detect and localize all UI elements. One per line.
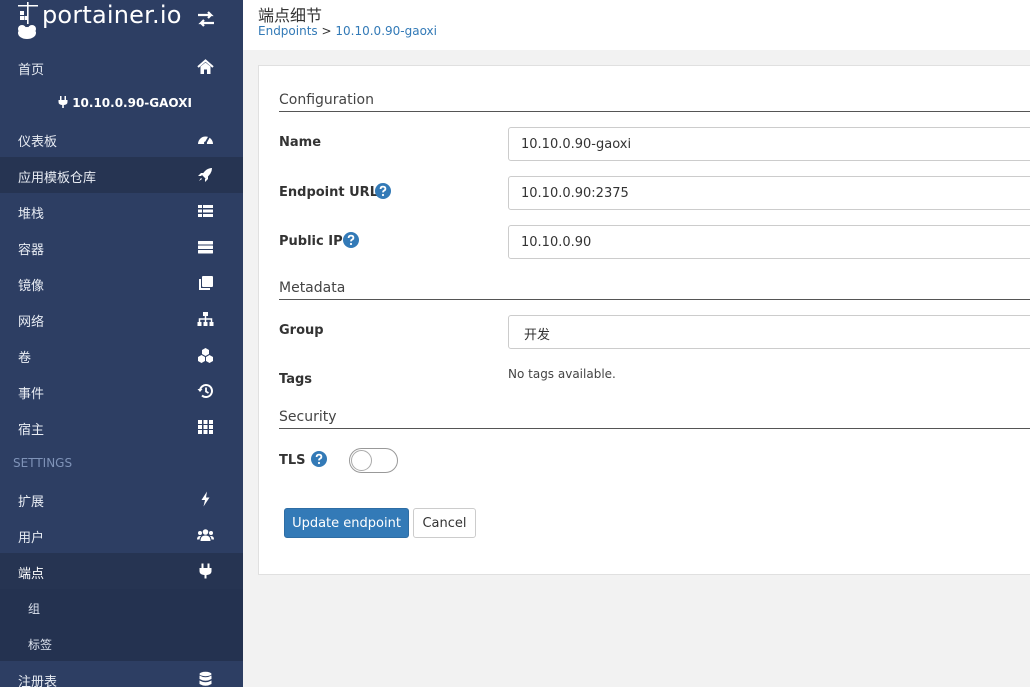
tags-label: Tags (279, 372, 313, 387)
database-icon (199, 671, 212, 686)
question-circle-icon[interactable] (375, 183, 391, 199)
sidebar-item-label: 注册表 (18, 675, 58, 687)
grid-icon (198, 420, 213, 434)
group-select-value: 开发 (524, 328, 551, 343)
sidebar-item-containers[interactable]: 容器 (0, 229, 243, 265)
tags-empty-text: No tags available. (508, 367, 616, 381)
dashboard-icon (198, 136, 213, 145)
endpoint-url-label: Endpoint URL (279, 185, 378, 200)
cancel-button[interactable]: Cancel (413, 508, 476, 538)
stack-list-icon (198, 205, 213, 217)
sidebar-item-extensions[interactable]: 扩展 (0, 481, 243, 517)
public-ip-input[interactable] (508, 225, 1030, 259)
tls-label: TLS (279, 453, 306, 468)
server-icon (198, 241, 213, 254)
metadata-divider (279, 299, 1030, 300)
sidebar-item-label: 容器 (18, 243, 45, 258)
sidebar-item-label: 网络 (18, 315, 45, 330)
sidebar-item-users[interactable]: 用户 (0, 517, 243, 553)
sidebar-item-label: 应用模板仓库 (18, 171, 97, 186)
sidebar-item-endpoints[interactable]: 端点 (0, 553, 243, 589)
question-circle-icon[interactable] (343, 232, 359, 248)
sidebar-item-label: 端点 (18, 567, 45, 582)
plug-icon (58, 96, 68, 108)
exchange-icon[interactable] (196, 10, 216, 28)
plug-icon (199, 563, 212, 579)
public-ip-label: Public IP (279, 234, 343, 249)
security-divider (279, 428, 1030, 429)
sidebar-item-label: 事件 (18, 387, 45, 402)
group-label: Group (279, 323, 324, 338)
sidebar-item-images[interactable]: 镜像 (0, 265, 243, 301)
sidebar-item-host[interactable]: 宿主 (0, 409, 243, 445)
sidebar-item-registries[interactable]: 注册表 (0, 661, 243, 687)
rocket-icon (198, 168, 212, 182)
home-icon (197, 59, 214, 74)
page-header: 端点细节 Endpoints > 10.10.0.90-gaoxi (243, 0, 1030, 50)
cubes-icon (198, 348, 213, 363)
tls-toggle-knob (351, 450, 372, 471)
sidebar: portainer.io 首页 10.10.0.90-GAOXI 仪表板 应用模… (0, 0, 243, 687)
breadcrumb: Endpoints > 10.10.0.90-gaoxi (258, 24, 437, 38)
sidebar-item-volumes[interactable]: 卷 (0, 337, 243, 373)
endpoint-form-panel: Configuration Name Endpoint URL Public I… (258, 65, 1030, 575)
sidebar-item-label: 扩展 (18, 495, 45, 510)
sidebar-subitem-groups[interactable]: 组 (0, 589, 243, 625)
sidebar-subitem-label: 组 (28, 602, 41, 616)
breadcrumb-current: 10.10.0.90-gaoxi (335, 24, 437, 38)
sidebar-item-label: 卷 (18, 351, 32, 366)
security-section-title: Security (279, 409, 337, 425)
breadcrumb-separator: > (321, 24, 332, 38)
history-icon (197, 384, 213, 399)
endpoint-name: 10.10.0.90-GAOXI (72, 96, 192, 110)
page-title: 端点细节 (258, 6, 323, 25)
sidebar-item-label: 用户 (18, 531, 45, 546)
breadcrumb-link-endpoints[interactable]: Endpoints (258, 24, 318, 38)
clone-icon (199, 276, 213, 290)
tls-toggle[interactable] (349, 448, 398, 473)
sidebar-item-label: 首页 (18, 63, 45, 78)
name-input[interactable] (508, 127, 1030, 161)
sitemap-icon (197, 312, 214, 326)
sidebar-item-stacks[interactable]: 堆栈 (0, 193, 243, 229)
sidebar-item-label: 堆栈 (18, 207, 45, 222)
configuration-divider (279, 111, 1030, 112)
name-label: Name (279, 135, 322, 150)
settings-title: SETTINGS (13, 456, 73, 470)
sidebar-item-label: 镜像 (18, 279, 45, 294)
sidebar-item-home[interactable]: 首页 (0, 49, 243, 85)
sidebar-item-networks[interactable]: 网络 (0, 301, 243, 337)
question-circle-icon[interactable] (311, 451, 327, 467)
whale-crane-icon (18, 2, 38, 39)
sidebar-subitem-tags[interactable]: 标签 (0, 625, 243, 661)
group-select[interactable]: 开发 (508, 315, 1030, 349)
users-icon (197, 529, 214, 541)
sidebar-endpoint-name: 10.10.0.90-GAOXI (0, 86, 243, 122)
brand[interactable]: portainer.io (0, 0, 243, 48)
sidebar-item-app-templates[interactable]: 应用模板仓库 (0, 157, 243, 193)
brand-name: portainer.io (42, 1, 182, 29)
configuration-section-title: Configuration (279, 92, 374, 108)
sidebar-item-events[interactable]: 事件 (0, 373, 243, 409)
metadata-section-title: Metadata (279, 280, 346, 296)
endpoint-url-input[interactable] (508, 176, 1030, 210)
sidebar-subitem-label: 标签 (28, 638, 53, 652)
update-endpoint-button[interactable]: Update endpoint (284, 508, 409, 538)
sidebar-item-label: 仪表板 (18, 135, 58, 150)
sidebar-item-dashboard[interactable]: 仪表板 (0, 121, 243, 157)
sidebar-item-label: 宿主 (18, 423, 45, 438)
bolt-icon (201, 491, 210, 507)
